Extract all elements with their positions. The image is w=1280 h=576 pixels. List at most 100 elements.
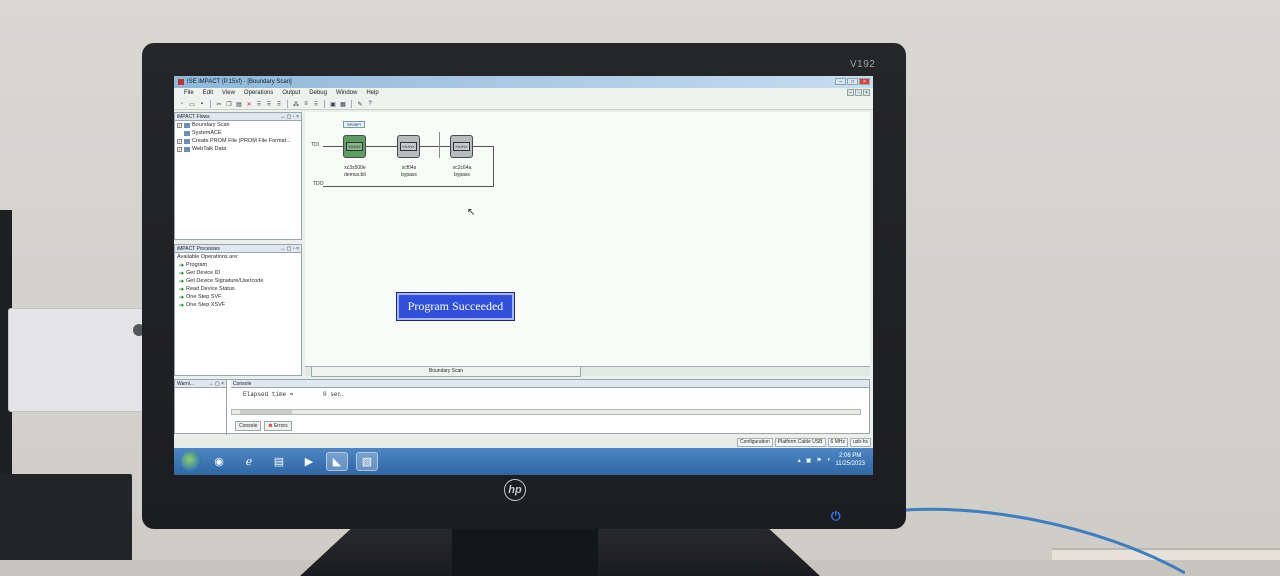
- grid-icon[interactable]: ⠿: [265, 101, 273, 108]
- warnings-title: Warni...: [177, 380, 195, 387]
- cut-icon[interactable]: ✂: [215, 101, 223, 108]
- run-arrow-icon: ➜: [179, 278, 185, 285]
- expand-icon[interactable]: +: [177, 122, 182, 128]
- expand-icon[interactable]: +: [177, 146, 182, 152]
- process-read-status[interactable]: ➜ Read Device Status: [175, 285, 301, 293]
- toolbar-separator: [210, 100, 211, 108]
- file-explorer-icon[interactable]: ▤: [268, 452, 290, 471]
- clock[interactable]: 2:06 PM 11/25/2023: [835, 452, 865, 468]
- tab-console[interactable]: Console: [235, 421, 262, 431]
- menu-debug[interactable]: Debug: [309, 90, 327, 96]
- toolbar: ▫ ▭ ▪ ✂ ❐ ▤ ✕ ⠿ ⠿ ⠿ ⁂ ≡ ⠿ ▣ ▦ ✎ ?: [174, 99, 873, 110]
- panel-controls-icon[interactable]: ↔ ▢ ▫ ×: [280, 114, 299, 120]
- network-icon[interactable]: ▣: [806, 457, 812, 464]
- save-icon[interactable]: ▪: [198, 101, 206, 108]
- processes-panel-title: iMPACT Processes: [177, 245, 220, 252]
- run-arrow-icon: ➜: [179, 270, 185, 277]
- menu-window[interactable]: Window: [336, 90, 357, 96]
- flag-icon[interactable]: ⚑: [816, 457, 821, 464]
- menu-operations[interactable]: Operations: [244, 90, 273, 96]
- tree-item-webtalk[interactable]: + WebTalk Data: [175, 145, 301, 153]
- chip-file: demux.bit: [344, 172, 366, 178]
- menu-edit[interactable]: Edit: [203, 90, 213, 96]
- monitor-model-label: V192: [850, 59, 876, 70]
- jtag-chain-divider: [439, 132, 440, 158]
- doc-close-button[interactable]: ×: [863, 89, 870, 96]
- jtag-chain-line: [493, 146, 494, 186]
- menu-output[interactable]: Output: [282, 90, 300, 96]
- volume-icon[interactable]: ◖: [827, 457, 831, 463]
- process-one-step-svf[interactable]: ➜ One Step SVF: [175, 293, 301, 301]
- help-icon[interactable]: ?: [366, 101, 374, 108]
- close-button[interactable]: ×: [859, 78, 870, 85]
- system-tray: ▴ ▣ ⚑ ◖ 2:06 PM 11/25/2023: [798, 452, 865, 468]
- panel-controls-icon[interactable]: ↔ ▢ ×: [209, 381, 224, 387]
- tree-item-create-prom[interactable]: + Create PROM File (PROM File Format...: [175, 137, 301, 145]
- process-label: Get Device Signature/Usercode: [186, 278, 264, 284]
- doc-restore-button[interactable]: ▫: [855, 89, 862, 96]
- tdi-label: TDI: [311, 142, 320, 148]
- device-chip-2[interactable]: XILINX: [397, 135, 420, 158]
- process-get-device-id[interactable]: ➜ Get Device ID: [175, 269, 301, 277]
- start-button[interactable]: [181, 451, 202, 472]
- panel-header: Warni... ↔ ▢ ×: [175, 380, 226, 388]
- mouse-cursor-icon: ↖: [467, 207, 476, 218]
- chip-3-label: xc2c64a bypass: [442, 165, 482, 179]
- grid-icon[interactable]: ⠿: [312, 101, 320, 108]
- chip-part: xcf04s: [401, 165, 417, 171]
- open-folder-icon[interactable]: ▭: [188, 101, 196, 108]
- canvas-tab-bar: Boundary Scan: [305, 366, 870, 377]
- panel-controls-icon[interactable]: ↔ ▢ ▫ ×: [280, 246, 299, 252]
- maximize-button[interactable]: □: [847, 78, 858, 85]
- menu-file[interactable]: File: [184, 90, 194, 96]
- chrome-icon[interactable]: ◉: [208, 452, 230, 471]
- menu-view[interactable]: View: [222, 90, 235, 96]
- scrollbar-thumb[interactable]: [240, 410, 292, 414]
- process-one-step-xsvf[interactable]: ➜ One Step XSVF: [175, 301, 301, 309]
- menu-help[interactable]: Help: [366, 90, 378, 96]
- paste-icon[interactable]: ▤: [235, 101, 243, 108]
- grid-icon[interactable]: ⠿: [255, 101, 263, 108]
- window-title: ISE iMPACT (P.15xf) - [Boundary Scan]: [187, 79, 292, 85]
- tray-arrow-icon[interactable]: ▴: [798, 457, 801, 464]
- folder-icon: [184, 122, 190, 128]
- copy-icon[interactable]: ❐: [225, 101, 233, 108]
- network-cable: [895, 507, 1185, 575]
- run-arrow-icon: ➜: [179, 302, 185, 309]
- impact-app-icon[interactable]: ▧: [356, 452, 378, 471]
- media-player-icon[interactable]: ▶: [298, 452, 320, 471]
- device-chip-3[interactable]: XILINX: [450, 135, 473, 158]
- minimize-button[interactable]: –: [835, 78, 846, 85]
- chain-icon[interactable]: ⁂: [292, 101, 300, 108]
- boundary-scan-canvas[interactable]: TDI TDO SPI/BPI XILINX xc3s500e demux.bi…: [305, 112, 870, 372]
- ise-project-navigator-icon[interactable]: ◣: [326, 452, 348, 471]
- new-file-icon[interactable]: ▫: [178, 101, 186, 108]
- horizontal-scrollbar[interactable]: [231, 409, 861, 415]
- process-program[interactable]: ➜ Program: [175, 261, 301, 269]
- window-icon[interactable]: ▣: [329, 101, 337, 108]
- doc-minimize-button[interactable]: –: [847, 89, 854, 96]
- program-succeeded-popup[interactable]: Program Succeeded: [397, 293, 514, 320]
- tab-errors[interactable]: ⊗ Errors: [264, 421, 292, 431]
- tree-item-label: WebTalk Data: [192, 146, 227, 152]
- tree-item-systemace[interactable]: SystemACE: [175, 129, 301, 137]
- expand-icon[interactable]: +: [177, 138, 182, 144]
- clock-date: 11/25/2023: [835, 461, 865, 467]
- device-chip-1[interactable]: XILINX: [343, 135, 366, 158]
- tools-icon[interactable]: ✎: [356, 101, 364, 108]
- spi-bpi-tag[interactable]: SPI/BPI: [343, 121, 365, 128]
- tab-boundary-scan[interactable]: Boundary Scan: [311, 367, 581, 377]
- chip-2-label: xcf04s bypass: [389, 165, 429, 179]
- power-icon[interactable]: ⏻: [831, 509, 841, 524]
- flows-panel-title: iMPACT Flows: [177, 113, 210, 120]
- process-get-signature[interactable]: ➜ Get Device Signature/Usercode: [175, 277, 301, 285]
- chip-part: xc3s500e: [344, 165, 366, 171]
- clock-time: 2:06 PM: [839, 453, 862, 459]
- status-cable: Platform Cable USB: [774, 438, 826, 447]
- grid-icon[interactable]: ⠿: [275, 101, 283, 108]
- internet-explorer-icon[interactable]: ℯ: [238, 452, 260, 471]
- delete-icon[interactable]: ✕: [245, 101, 253, 108]
- list-icon[interactable]: ≡: [302, 101, 310, 108]
- window-icon[interactable]: ▦: [339, 101, 347, 108]
- tree-item-boundary-scan[interactable]: + Boundary Scan: [175, 121, 301, 129]
